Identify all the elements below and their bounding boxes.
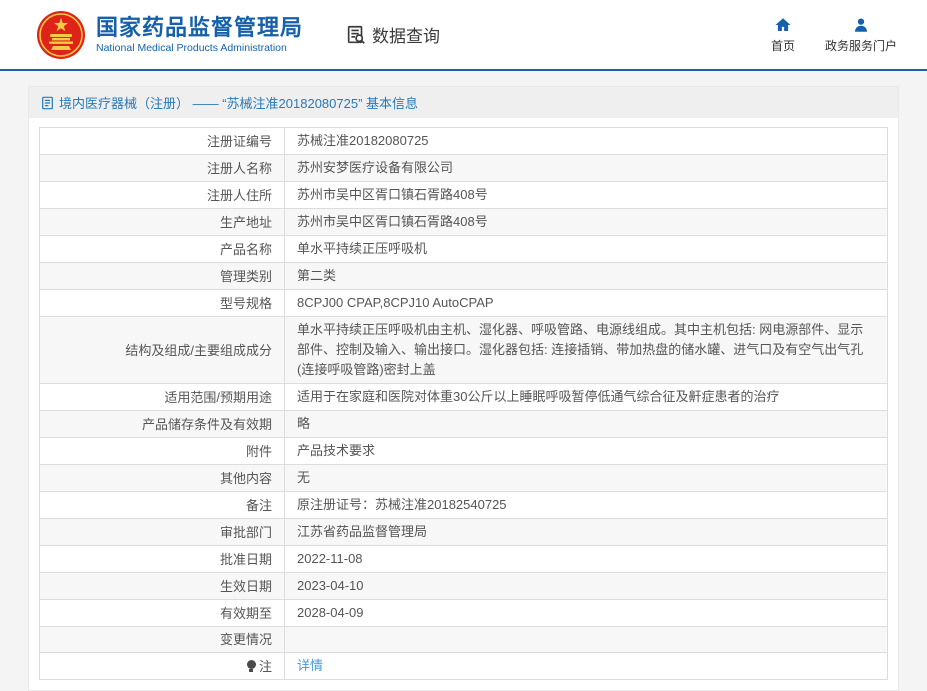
field-value: 原注册证号：苏械注准20182540725	[284, 491, 888, 519]
field-label: 变更情况	[39, 626, 285, 653]
field-label: 附件	[39, 437, 285, 465]
data-query-section[interactable]: 数据查询	[345, 22, 440, 47]
table-row: 变更情况	[39, 626, 888, 653]
table-row: 生产地址 苏州市吴中区胥口镇石胥路408号	[39, 208, 888, 236]
document-icon	[42, 96, 53, 109]
field-value: 单水平持续正压呼吸机由主机、湿化器、呼吸管路、电源线组成。其中主机包括: 网电源…	[284, 316, 888, 384]
field-label: 生效日期	[39, 572, 285, 600]
table-row: 附件 产品技术要求	[39, 437, 888, 465]
table-row: 注 详情	[39, 652, 888, 680]
field-label: 注	[39, 652, 285, 680]
field-value: 2022-11-08	[284, 545, 888, 573]
table-row: 审批部门 江苏省药品监督管理局	[39, 518, 888, 546]
table-row: 生效日期 2023-04-10	[39, 572, 888, 600]
content-panel: 境内医疗器械（注册） —— “苏械注准20182080725” 基本信息 注册证…	[28, 86, 899, 691]
agency-title: 国家药品监督管理局	[96, 14, 304, 40]
registration-info-table: 注册证编号 苏械注准20182080725 注册人名称 苏州安梦医疗设备有限公司…	[39, 127, 888, 680]
table-row: 管理类别 第二类	[39, 262, 888, 290]
field-value: 苏州安梦医疗设备有限公司	[284, 154, 888, 182]
info-table-body: 注册证编号 苏械注准20182080725 注册人名称 苏州安梦医疗设备有限公司…	[39, 127, 888, 680]
field-value: 8CPJ00 CPAP,8CPJ10 AutoCPAP	[284, 289, 888, 317]
home-icon	[775, 17, 791, 31]
breadcrumb: 境内医疗器械（注册） —— “苏械注准20182080725” 基本信息	[29, 87, 898, 118]
header-nav: 首页 政务服务门户	[771, 16, 897, 54]
field-value: 详情	[284, 652, 888, 680]
field-label: 产品储存条件及有效期	[39, 410, 285, 438]
field-label: 注册证编号	[39, 127, 285, 155]
table-row: 其他内容 无	[39, 464, 888, 492]
field-label: 注册人名称	[39, 154, 285, 182]
field-label: 审批部门	[39, 518, 285, 546]
field-value: 无	[284, 464, 888, 492]
details-link[interactable]: 详情	[297, 658, 323, 673]
table-row: 结构及组成/主要组成成分 单水平持续正压呼吸机由主机、湿化器、呼吸管路、电源线组…	[39, 316, 888, 384]
panel-body: 注册证编号 苏械注准20182080725 注册人名称 苏州安梦医疗设备有限公司…	[29, 118, 898, 690]
agency-subtitle: National Medical Products Administration	[96, 41, 287, 54]
data-query-icon	[347, 25, 365, 44]
field-value: 苏州市吴中区胥口镇石胥路408号	[284, 208, 888, 236]
field-value: 2023-04-10	[284, 572, 888, 600]
table-row: 有效期至 2028-04-09	[39, 599, 888, 627]
table-row: 注册证编号 苏械注准20182080725	[39, 127, 888, 155]
nav-portal[interactable]: 政务服务门户	[825, 16, 897, 54]
table-row: 注册人名称 苏州安梦医疗设备有限公司	[39, 154, 888, 182]
breadcrumb-text: 境内医疗器械（注册） —— “苏械注准20182080725” 基本信息	[59, 96, 419, 111]
table-row: 产品储存条件及有效期 略	[39, 410, 888, 438]
table-row: 适用范围/预期用途 适用于在家庭和医院对体重30公斤以上睡眠呼吸暂停低通气综合征…	[39, 383, 888, 411]
field-label: 注册人住所	[39, 181, 285, 209]
field-label: 型号规格	[39, 289, 285, 317]
nav-home[interactable]: 首页	[771, 16, 795, 54]
field-label: 批准日期	[39, 545, 285, 573]
field-value: 产品技术要求	[284, 437, 888, 465]
agency-name: 国家药品监督管理局 National Medical Products Admi…	[96, 15, 303, 55]
field-label: 生产地址	[39, 208, 285, 236]
field-value: 适用于在家庭和医院对体重30公斤以上睡眠呼吸暂停低通气综合征及鼾症患者的治疗	[284, 383, 888, 411]
agency-logo: 国家药品监督管理局 National Medical Products Admi…	[36, 10, 303, 60]
field-label: 管理类别	[39, 262, 285, 290]
field-value: 第二类	[284, 262, 888, 290]
field-value: 略	[284, 410, 888, 438]
field-value: 苏械注准20182080725	[284, 127, 888, 155]
field-label: 产品名称	[39, 235, 285, 263]
table-row: 产品名称 单水平持续正压呼吸机	[39, 235, 888, 263]
table-row: 注册人住所 苏州市吴中区胥口镇石胥路408号	[39, 181, 888, 209]
bulb-icon	[246, 659, 256, 672]
national-emblem-icon	[37, 10, 85, 59]
field-value: 单水平持续正压呼吸机	[284, 235, 888, 263]
user-icon	[854, 17, 867, 32]
nav-portal-label: 政务服务门户	[824, 38, 897, 53]
field-value: 苏州市吴中区胥口镇石胥路408号	[284, 181, 888, 209]
field-value: 江苏省药品监督管理局	[284, 518, 888, 546]
field-label: 有效期至	[39, 599, 285, 627]
field-value	[284, 626, 888, 653]
field-value: 2028-04-09	[284, 599, 888, 627]
table-row: 备注 原注册证号：苏械注准20182540725	[39, 491, 888, 519]
nav-home-label: 首页	[770, 38, 795, 53]
field-label: 适用范围/预期用途	[39, 383, 285, 411]
table-row: 批准日期 2022-11-08	[39, 545, 888, 573]
header: 国家药品监督管理局 National Medical Products Admi…	[0, 0, 927, 71]
table-row: 型号规格 8CPJ00 CPAP,8CPJ10 AutoCPAP	[39, 289, 888, 317]
field-label: 其他内容	[39, 464, 285, 492]
field-label: 结构及组成/主要组成成分	[39, 316, 285, 384]
field-label: 备注	[39, 491, 285, 519]
data-query-label: 数据查询	[372, 27, 441, 46]
